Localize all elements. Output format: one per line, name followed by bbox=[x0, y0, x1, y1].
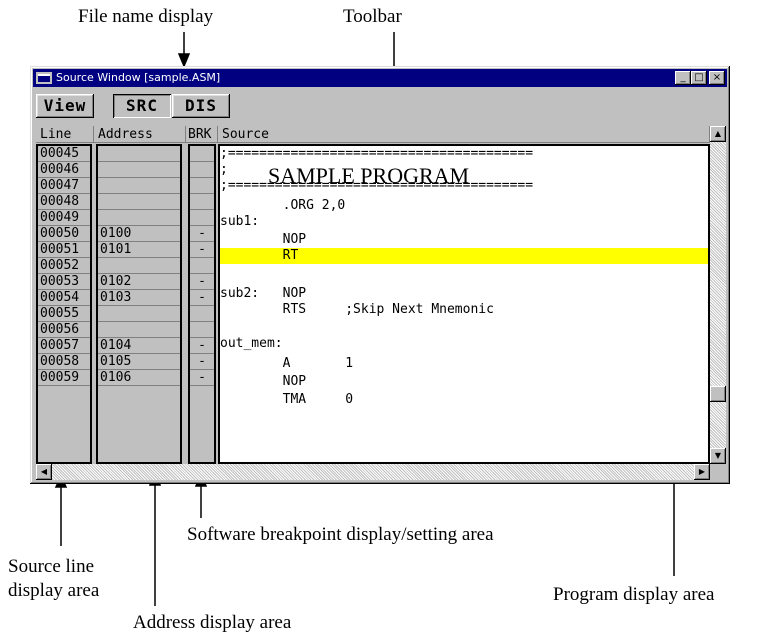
annotation-program-area: Program display area bbox=[553, 584, 715, 605]
source-line bbox=[220, 320, 708, 336]
address-cell: 0104 bbox=[98, 338, 180, 354]
source-line bbox=[220, 268, 708, 284]
breakpoint-cell[interactable] bbox=[190, 258, 214, 274]
source-window: Source Window [sample.ASM] _ □ × View SR… bbox=[30, 66, 730, 484]
dis-button[interactable]: DIS bbox=[172, 94, 230, 118]
breakpoint-cell[interactable] bbox=[190, 146, 214, 162]
horizontal-scrollbar[interactable]: ◀ ▶ bbox=[36, 464, 710, 480]
view-button[interactable]: View bbox=[36, 94, 94, 118]
source-line: sub1: bbox=[220, 214, 260, 229]
breakpoint-cell[interactable] bbox=[190, 210, 214, 226]
window-system-icon[interactable] bbox=[36, 72, 52, 84]
column-header-address[interactable]: Address bbox=[94, 126, 186, 143]
window-title: Source Window [sample.ASM] bbox=[56, 71, 221, 84]
line-number: 00058 bbox=[38, 354, 90, 370]
breakpoint-cell[interactable]: - bbox=[190, 370, 214, 386]
address-cell bbox=[98, 146, 180, 162]
address-cell bbox=[98, 178, 180, 194]
source-line: ;======================================= bbox=[220, 178, 534, 193]
line-number: 00056 bbox=[38, 322, 90, 338]
breakpoint-cell[interactable] bbox=[190, 178, 214, 194]
address-cell bbox=[98, 322, 180, 338]
line-number: 00052 bbox=[38, 258, 90, 274]
close-button[interactable]: × bbox=[709, 71, 725, 85]
line-number: 00047 bbox=[38, 178, 90, 194]
program-display-area[interactable]: ;=======================================… bbox=[218, 144, 710, 464]
breakpoint-cell[interactable]: - bbox=[190, 354, 214, 370]
line-number: 00053 bbox=[38, 274, 90, 290]
breakpoint-cell[interactable] bbox=[190, 162, 214, 178]
source-line-column: 00045 00046 00047 00048 00049 00050 0005… bbox=[36, 144, 92, 464]
src-button[interactable]: SRC bbox=[113, 94, 171, 118]
breakpoint-cell[interactable] bbox=[190, 322, 214, 338]
resize-grip[interactable] bbox=[710, 464, 726, 480]
address-cell: 0101 bbox=[98, 242, 180, 258]
source-line: A 1 bbox=[220, 356, 354, 371]
breakpoint-cell[interactable]: - bbox=[190, 242, 214, 258]
line-number: 00059 bbox=[38, 370, 90, 386]
toolbar: View SRC DIS bbox=[33, 90, 727, 118]
annotation-source-line-2: display area bbox=[8, 580, 100, 601]
line-number: 00054 bbox=[38, 290, 90, 306]
line-number: 00050 bbox=[38, 226, 90, 242]
minimize-button[interactable]: _ bbox=[675, 71, 691, 85]
address-column: 0100 0101 0102 0103 0104 0105 0106 bbox=[96, 144, 182, 464]
source-line-highlighted: RT bbox=[220, 248, 708, 264]
column-header-source[interactable]: Source bbox=[218, 126, 710, 143]
source-line: .ORG 2,0 bbox=[220, 198, 346, 213]
source-line: TMA 0 bbox=[220, 392, 354, 407]
source-pane: Line Address BRK Source 00045 00046 0004… bbox=[36, 126, 726, 480]
scroll-down-button[interactable]: ▼ bbox=[710, 448, 726, 464]
scroll-up-button[interactable]: ▲ bbox=[710, 126, 726, 142]
address-cell: 0100 bbox=[98, 226, 180, 242]
annotation-source-line-1: Source line bbox=[8, 556, 95, 577]
line-number: 00045 bbox=[38, 146, 90, 162]
annotation-toolbar: Toolbar bbox=[343, 6, 402, 27]
source-line: sub2: NOP bbox=[220, 286, 307, 301]
scroll-left-button[interactable]: ◀ bbox=[36, 464, 52, 480]
annotation-brk-area: Software breakpoint display/setting area bbox=[187, 524, 494, 545]
address-cell bbox=[98, 162, 180, 178]
annotation-file-name-display: File name display bbox=[78, 6, 214, 27]
maximize-button[interactable]: □ bbox=[691, 71, 707, 85]
scroll-thumb[interactable] bbox=[710, 386, 726, 402]
line-number: 00046 bbox=[38, 162, 90, 178]
vertical-scrollbar[interactable]: ▲ ▼ bbox=[710, 126, 726, 464]
address-cell: 0103 bbox=[98, 290, 180, 306]
breakpoint-cell[interactable]: - bbox=[190, 274, 214, 290]
address-cell bbox=[98, 258, 180, 274]
source-line: ;======================================= bbox=[220, 146, 534, 161]
line-number: 00055 bbox=[38, 306, 90, 322]
address-cell: 0105 bbox=[98, 354, 180, 370]
address-cell bbox=[98, 306, 180, 322]
breakpoint-cell[interactable] bbox=[190, 194, 214, 210]
line-number: 00057 bbox=[38, 338, 90, 354]
line-number: 00051 bbox=[38, 242, 90, 258]
breakpoint-cell[interactable] bbox=[190, 306, 214, 322]
breakpoint-cell[interactable]: - bbox=[190, 226, 214, 242]
breakpoint-cell[interactable]: - bbox=[190, 290, 214, 306]
source-line: RTS ;Skip Next Mnemonic bbox=[220, 302, 494, 317]
source-line: NOP bbox=[220, 374, 307, 389]
title-bar[interactable]: Source Window [sample.ASM] _ □ × bbox=[33, 69, 727, 87]
source-line: out_mem: bbox=[220, 336, 283, 351]
address-cell: 0106 bbox=[98, 370, 180, 386]
brk-column: - - - - - - - bbox=[188, 144, 216, 464]
address-cell bbox=[98, 210, 180, 226]
address-cell: 0102 bbox=[98, 274, 180, 290]
line-number: 00048 bbox=[38, 194, 90, 210]
line-number: 00049 bbox=[38, 210, 90, 226]
address-cell bbox=[98, 194, 180, 210]
breakpoint-cell[interactable]: - bbox=[190, 338, 214, 354]
scroll-right-button[interactable]: ▶ bbox=[694, 464, 710, 480]
column-header-brk[interactable]: BRK bbox=[186, 126, 218, 143]
annotation-address-area: Address display area bbox=[133, 612, 292, 633]
source-line: NOP bbox=[220, 232, 307, 247]
column-header-line[interactable]: Line bbox=[36, 126, 94, 143]
